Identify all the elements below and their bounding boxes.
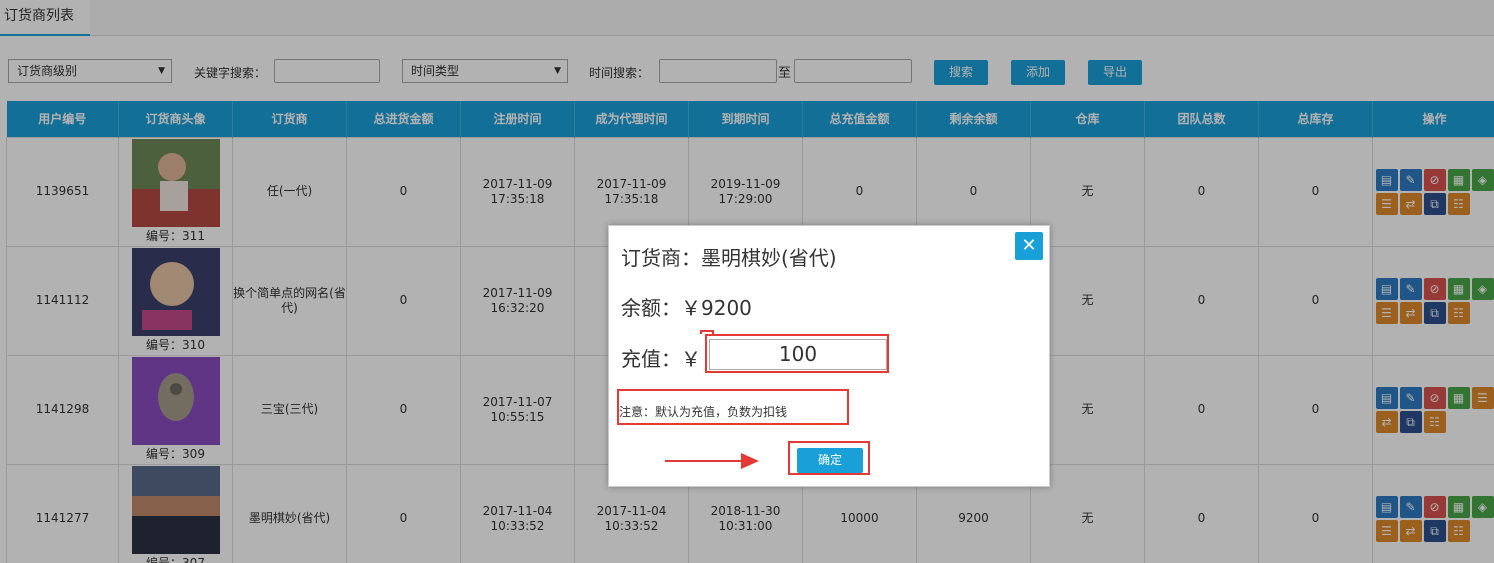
annotation-tick [700, 330, 714, 334]
balance-line: 余额：￥9200 [621, 296, 752, 320]
annotation-box-confirm [788, 441, 870, 475]
annotation-box-note [617, 389, 849, 425]
annotation-box-input [705, 334, 889, 373]
supplier-line: 订货商：墨明棋妙(省代) [621, 246, 837, 270]
recharge-label: 充值：￥ [621, 347, 701, 371]
annotation-arrow-line [665, 460, 745, 462]
annotation-arrow-icon [741, 453, 759, 469]
close-icon[interactable]: ✕ [1015, 232, 1043, 260]
